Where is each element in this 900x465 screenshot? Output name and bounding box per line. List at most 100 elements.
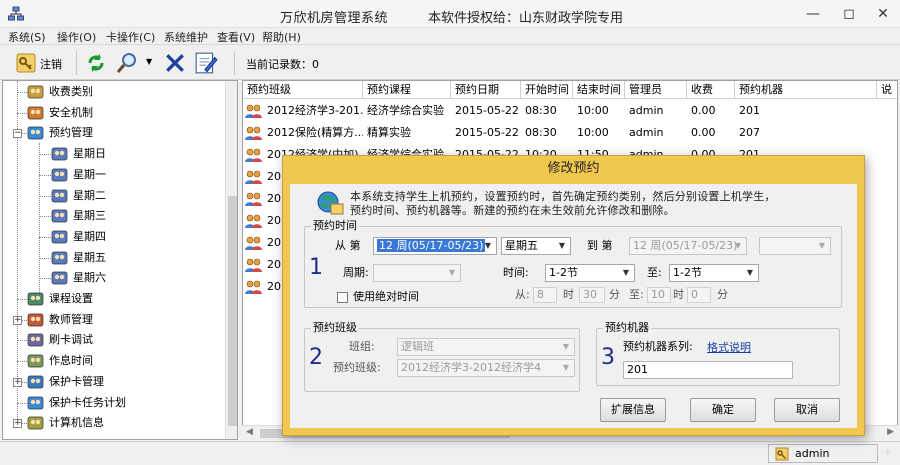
from-week-value: 12 周(05/17-05/23) — [377, 239, 486, 252]
abs-to-label: 至: — [629, 288, 644, 301]
column-header[interactable]: 预约日期 — [451, 81, 521, 99]
menu-operate[interactable]: 操作(O) — [57, 29, 96, 45]
tree-line — [39, 195, 51, 197]
user-group-icon — [245, 279, 263, 295]
section-number-3: 3 — [601, 345, 615, 370]
abs-from-minute-input[interactable]: 30 — [579, 287, 605, 303]
license-text: 本软件授权给：山东财政学院专用 — [428, 11, 624, 26]
ok-button[interactable]: 确定 — [690, 398, 756, 422]
class-select[interactable]: 2012经济学3-2012经济学4 ▼ — [397, 359, 575, 377]
menu-help[interactable]: 帮助(H) — [262, 29, 301, 45]
to-week-value: 12 周(05/17-05/23) — [633, 239, 738, 252]
absolute-time-checkbox[interactable] — [337, 292, 348, 303]
scroll-right-icon[interactable]: ▶ — [887, 427, 894, 437]
from-day-select[interactable]: 星期五 ▼ — [501, 237, 571, 255]
tree-line — [17, 299, 27, 300]
expand-icon[interactable]: + — [13, 315, 22, 325]
menu-system[interactable]: 系统(S) — [8, 29, 46, 45]
tree-scrollbar[interactable] — [225, 81, 237, 439]
tree-line — [39, 236, 51, 238]
column-header[interactable]: 说 — [877, 81, 897, 99]
user-group-icon — [51, 208, 69, 224]
machine-series-input[interactable]: 201 — [623, 361, 793, 379]
from-week-select[interactable]: 12 周(05/17-05/23) ▼ — [373, 237, 497, 255]
abs-from-hour-input[interactable]: 8 — [533, 287, 557, 303]
section-number-2: 2 — [309, 345, 323, 370]
tree-scrollbar-thumb[interactable] — [228, 196, 237, 426]
status-user-panel: admin — [768, 444, 878, 463]
table-cell: 2012保险(精算方... — [267, 126, 363, 139]
extended-info-button[interactable]: 扩展信息 — [600, 398, 666, 422]
slot-from-select[interactable]: 1-2节 ▼ — [545, 264, 635, 282]
search-icon[interactable] — [116, 51, 140, 75]
logout-button[interactable]: 注销 — [14, 51, 70, 75]
dialog-title: 修改预约 — [547, 161, 600, 176]
column-header[interactable]: 收费 — [687, 81, 735, 99]
user-group-icon — [245, 147, 263, 163]
expand-icon[interactable]: + — [13, 377, 22, 387]
class-value: 2012经济学3-2012经济学4 — [401, 361, 541, 374]
column-header[interactable]: 预约课程 — [363, 81, 451, 99]
table-row[interactable]: 2012经济学3-201... 经济学综合实验 2015-05-22 08:30 10:… — [243, 100, 897, 122]
group-value: 逻辑班 — [401, 340, 434, 353]
column-header[interactable]: 预约机器 — [735, 81, 877, 99]
card-icon — [27, 332, 45, 348]
tree-line — [17, 402, 27, 404]
chevron-down-icon: ▼ — [448, 268, 456, 277]
resize-grip-icon[interactable]: ⁘ — [884, 448, 892, 458]
period-label: 周期: — [343, 266, 369, 279]
format-help-link[interactable]: 格式说明 — [707, 339, 751, 355]
user-group-icon — [245, 169, 263, 185]
abs-to-hour-input[interactable]: 10 — [647, 287, 671, 303]
expand-icon[interactable]: + — [13, 419, 22, 429]
tree-line — [39, 174, 51, 176]
tree-item-label: 保护卡任务计划 — [49, 395, 126, 409]
menu-view[interactable]: 查看(V) — [217, 29, 255, 45]
refresh-icon[interactable] — [86, 51, 106, 75]
column-header[interactable]: 开始时间 — [521, 81, 573, 99]
tree-item-label: 星期日 — [73, 147, 106, 161]
edit-icon[interactable] — [194, 51, 218, 75]
slot-to-select[interactable]: 1-2节 ▼ — [669, 264, 759, 282]
table-row[interactable]: 2012保险(精算方... 精算实验 2015-05-22 08:30 10:00 adm… — [243, 122, 897, 144]
tree-line — [17, 340, 27, 342]
key-icon — [775, 447, 789, 461]
group-select[interactable]: 逻辑班 ▼ — [397, 338, 575, 356]
key-icon — [16, 53, 36, 73]
column-header[interactable]: 结束时间 — [573, 81, 625, 99]
tree-line — [17, 112, 27, 114]
column-header[interactable]: 预约班级 — [243, 81, 363, 99]
class-label: 预约班级: — [333, 361, 381, 374]
search-dropdown-arrow-icon[interactable]: ▼ — [146, 57, 152, 81]
machine-section-legend: 预约机器 — [603, 321, 651, 335]
chevron-down-icon: ▼ — [746, 268, 754, 277]
close-window-button[interactable]: ✕ — [866, 0, 900, 28]
chevron-down-icon: ▼ — [818, 241, 826, 250]
period-select[interactable]: ▼ — [373, 264, 461, 282]
menu-maintenance[interactable]: 系统维护 — [164, 29, 208, 45]
slot-to-value: 1-2节 — [673, 266, 702, 279]
menu-card[interactable]: 卡操作(C) — [106, 29, 155, 45]
status-bar: admin ⁘ — [0, 441, 900, 465]
chevron-down-icon: ▼ — [484, 241, 492, 250]
title-bar: 万欣机房管理系统 本软件授权给：山东财政学院专用 — ◻ ✕ — [0, 0, 900, 28]
chevron-down-icon: ▼ — [734, 241, 742, 250]
maximize-button[interactable]: ◻ — [832, 0, 866, 28]
to-day-select[interactable]: ▼ — [759, 237, 831, 255]
collapse-icon[interactable]: − — [13, 129, 22, 139]
tree-item-label: 星期六 — [73, 271, 106, 285]
minimize-button[interactable]: — — [796, 0, 830, 28]
scroll-left-icon[interactable]: ◀ — [246, 427, 253, 437]
dialog-info-text: 本系统支持学生上机预约，设置预约时，首先确定预约类别，然后分别设置上机学生，预约… — [350, 190, 776, 217]
table-cell: 201 — [739, 104, 760, 117]
table-cell: 0.00 — [691, 104, 716, 117]
abs-to-minute-input[interactable]: 0 — [687, 287, 711, 303]
delete-icon[interactable] — [164, 51, 186, 75]
user-group-icon — [51, 270, 69, 286]
cancel-button[interactable]: 取消 — [774, 398, 840, 422]
column-header[interactable]: 管理员 — [625, 81, 687, 99]
tree-item-label: 星期四 — [73, 229, 106, 243]
tree-item-label: 作息时间 — [49, 354, 93, 368]
to-week-select[interactable]: 12 周(05/17-05/23) ▼ — [629, 237, 747, 255]
minute-label-2: 分 — [717, 288, 728, 301]
